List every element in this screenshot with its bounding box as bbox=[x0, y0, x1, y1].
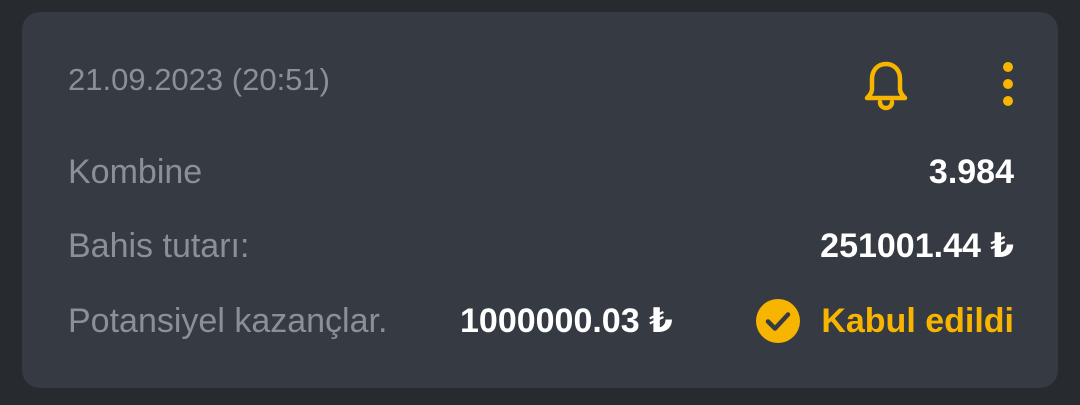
stake-row: Bahis tutarı: 251001.44 ₺ bbox=[68, 222, 1014, 272]
notification-bell-button[interactable] bbox=[858, 56, 914, 112]
potential-winnings-value: 1000000.03 ₺ bbox=[460, 302, 673, 340]
stake-value: 251001.44 ₺ bbox=[820, 227, 1014, 265]
bet-datetime: 21.09.2023 (20:51) bbox=[68, 62, 330, 97]
bell-icon bbox=[864, 61, 908, 111]
bet-type-label: Kombine bbox=[68, 153, 203, 191]
check-circle-icon bbox=[756, 299, 801, 343]
potential-winnings-row: Potansiyel kazançlar. 1000000.03 ₺ Kabul… bbox=[68, 297, 1014, 347]
more-vertical-icon bbox=[1003, 62, 1013, 106]
odds-value: 3.984 bbox=[928, 153, 1014, 191]
bet-card-header: 21.09.2023 (20:51) bbox=[68, 61, 1023, 116]
more-options-button[interactable] bbox=[994, 56, 1022, 112]
bet-type-row: Kombine 3.984 bbox=[68, 148, 1014, 198]
status-badge: Kabul edildi bbox=[755, 297, 1014, 345]
stake-label: Bahis tutarı: bbox=[68, 227, 250, 265]
status-label: Kabul edildi bbox=[821, 302, 1014, 340]
potential-winnings-label: Potansiyel kazançlar. bbox=[68, 302, 388, 340]
bet-card: 21.09.2023 (20:51) Kombine 3.984 Bahis t… bbox=[22, 12, 1058, 388]
